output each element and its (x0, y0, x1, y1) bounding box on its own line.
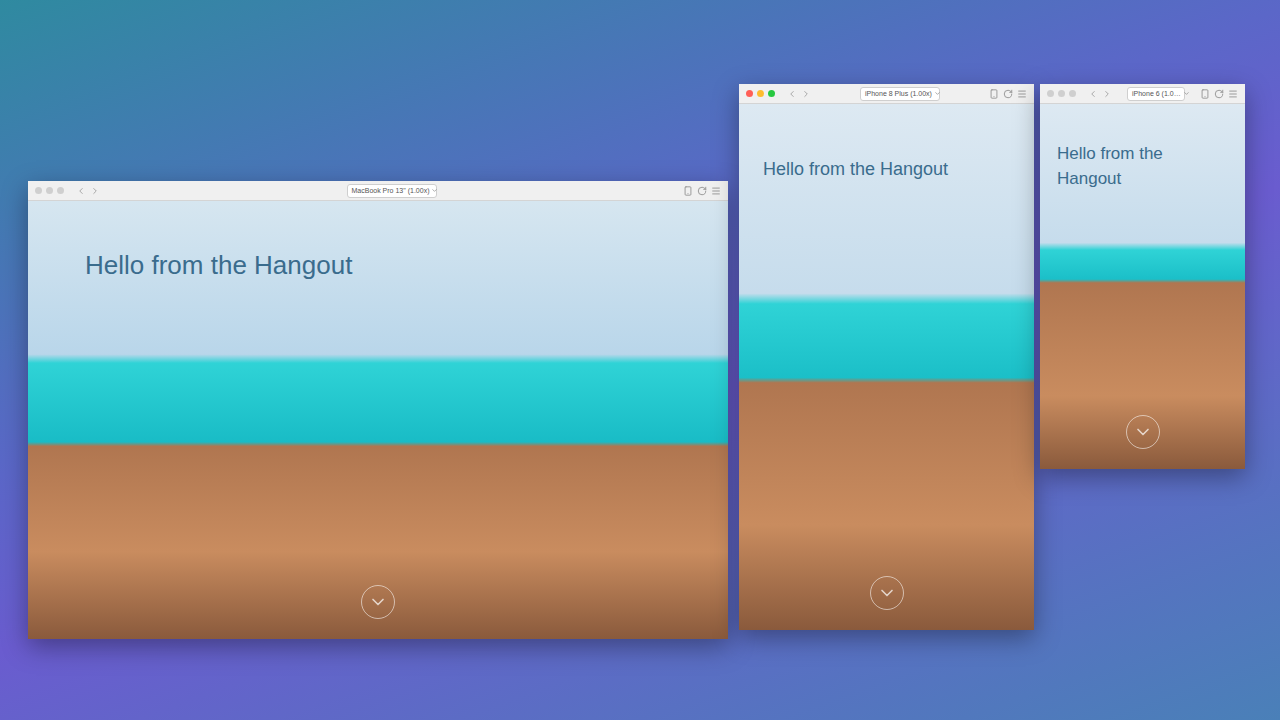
hero-heading: Hello from the Hangout (1040, 104, 1190, 191)
title-bar: MacBook Pro 13" (1.00x) (28, 181, 728, 201)
orientation-icon[interactable] (683, 186, 693, 196)
chevron-down-icon (877, 583, 897, 603)
scroll-down-button[interactable] (870, 576, 904, 610)
device-label: iPhone 8 Plus (1.00x) (865, 89, 932, 99)
window-control[interactable] (746, 90, 753, 97)
device-select[interactable]: iPhone 6 (1.0… (1127, 87, 1185, 101)
page-hero: Hello from the Hangout (1040, 104, 1245, 469)
window-control[interactable] (1058, 90, 1065, 97)
browser-window[interactable]: iPhone 8 Plus (1.00x) Hello from the Hang… (739, 84, 1034, 630)
title-bar: iPhone 8 Plus (1.00x) (739, 84, 1034, 104)
forward-icon[interactable] (1102, 89, 1112, 99)
reload-icon[interactable] (697, 186, 707, 196)
browser-window[interactable]: MacBook Pro 13" (1.00x) Hello from the Ha… (28, 181, 728, 639)
dropdown-icon (1183, 90, 1190, 97)
device-label: MacBook Pro 13" (1.00x) (352, 186, 430, 196)
back-icon[interactable] (76, 186, 86, 196)
scroll-down-button[interactable] (361, 585, 395, 619)
browser-window[interactable]: iPhone 6 (1.0… Hello from the Hangout (1040, 84, 1245, 469)
page-hero: Hello from the Hangout (28, 201, 728, 639)
device-select[interactable]: iPhone 8 Plus (1.00x) (860, 87, 940, 101)
dropdown-icon (431, 187, 438, 194)
window-control[interactable] (1069, 90, 1076, 97)
back-icon[interactable] (787, 89, 797, 99)
page-hero: Hello from the Hangout (739, 104, 1034, 630)
desktop: MacBook Pro 13" (1.00x) Hello from the Ha… (0, 0, 1280, 720)
orientation-icon[interactable] (989, 89, 999, 99)
hero-heading: Hello from the Hangout (739, 104, 1034, 182)
window-control[interactable] (46, 187, 53, 194)
back-icon[interactable] (1088, 89, 1098, 99)
reload-icon[interactable] (1214, 89, 1224, 99)
window-control[interactable] (768, 90, 775, 97)
chevron-down-icon (368, 592, 388, 612)
forward-icon[interactable] (801, 89, 811, 99)
window-control[interactable] (35, 187, 42, 194)
device-select[interactable]: MacBook Pro 13" (1.00x) (347, 184, 437, 198)
window-control[interactable] (57, 187, 64, 194)
dropdown-icon (934, 90, 941, 97)
scroll-down-button[interactable] (1126, 415, 1160, 449)
orientation-icon[interactable] (1200, 89, 1210, 99)
window-control[interactable] (1047, 90, 1054, 97)
chevron-down-icon (1133, 422, 1153, 442)
menu-icon[interactable] (1228, 89, 1238, 99)
device-label: iPhone 6 (1.0… (1132, 89, 1181, 99)
menu-icon[interactable] (1017, 89, 1027, 99)
hero-heading: Hello from the Hangout (28, 201, 728, 285)
title-bar: iPhone 6 (1.0… (1040, 84, 1245, 104)
forward-icon[interactable] (90, 186, 100, 196)
menu-icon[interactable] (711, 186, 721, 196)
window-control[interactable] (757, 90, 764, 97)
reload-icon[interactable] (1003, 89, 1013, 99)
